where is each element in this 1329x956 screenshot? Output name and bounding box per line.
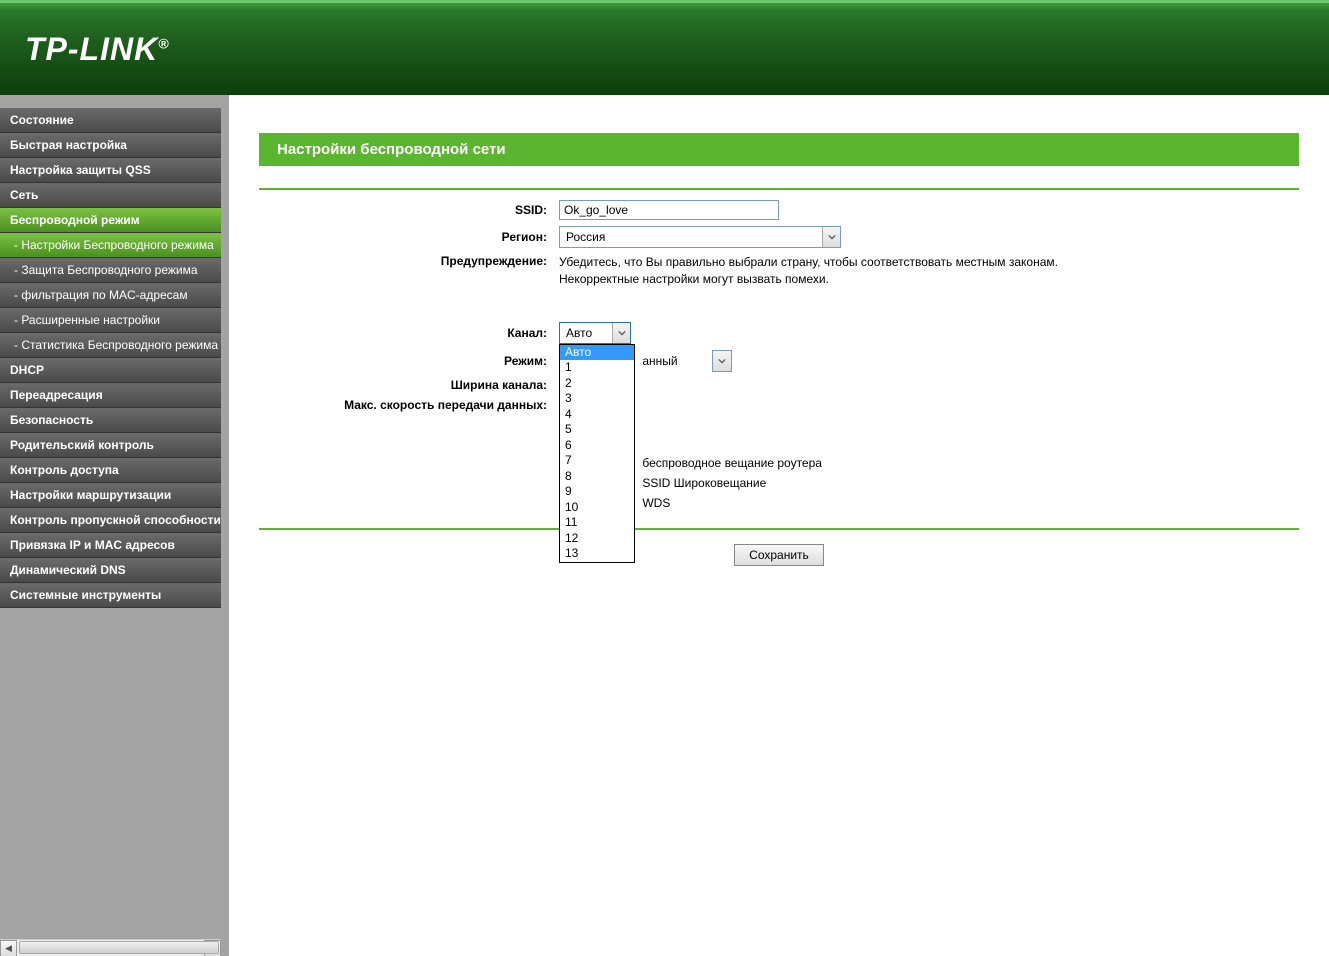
- sidebar-item[interactable]: - Настройки Беспроводного режима: [0, 233, 221, 258]
- channel-option[interactable]: 7: [560, 453, 634, 469]
- sidebar-item[interactable]: Контроль пропускной способности: [0, 508, 221, 533]
- region-select[interactable]: Россия: [559, 226, 841, 248]
- save-button[interactable]: Сохранить: [734, 544, 824, 566]
- sidebar-item[interactable]: Сеть: [0, 183, 221, 208]
- sidebar: СостояниеБыстрая настройкаНастройка защи…: [0, 95, 221, 956]
- mode-label: Режим:: [259, 354, 559, 368]
- chevron-down-icon: [612, 323, 630, 343]
- channel-option[interactable]: 12: [560, 531, 634, 547]
- sidebar-item[interactable]: Беспроводной режим: [0, 208, 221, 233]
- channel-option[interactable]: 11: [560, 515, 634, 531]
- brand-logo: TP-LINK®: [25, 31, 170, 68]
- sidebar-item[interactable]: - Расширенные настройки: [0, 308, 221, 333]
- scroll-thumb[interactable]: [19, 941, 219, 954]
- sidebar-item[interactable]: Динамический DNS: [0, 558, 221, 583]
- sidebar-item[interactable]: - Статистика Беспроводного режима: [0, 333, 221, 358]
- sidebar-item[interactable]: - фильтрация по MAC-адресам: [0, 283, 221, 308]
- sidebar-item[interactable]: DHCP: [0, 358, 221, 383]
- header: TP-LINK®: [0, 0, 1329, 95]
- sidebar-item[interactable]: Системные инструменты: [0, 583, 221, 608]
- channel-option[interactable]: 4: [560, 407, 634, 423]
- warning-text: Убедитесь, что Вы правильно выбрали стра…: [559, 254, 1299, 288]
- sidebar-item[interactable]: Безопасность: [0, 408, 221, 433]
- ssid-input[interactable]: [559, 200, 779, 220]
- channel-option[interactable]: 10: [560, 500, 634, 516]
- channel-option[interactable]: 3: [560, 391, 634, 407]
- sidebar-item[interactable]: Привязка IP и MAC адресов: [0, 533, 221, 558]
- max-speed-label: Макс. скорость передачи данных:: [259, 398, 559, 412]
- sidebar-item[interactable]: - Защита Беспроводного режима: [0, 258, 221, 283]
- sidebar-item[interactable]: Родительский контроль: [0, 433, 221, 458]
- channel-option[interactable]: 9: [560, 484, 634, 500]
- channel-label: Канал:: [259, 326, 559, 340]
- channel-option[interactable]: 8: [560, 469, 634, 485]
- sidebar-item[interactable]: Контроль доступа: [0, 458, 221, 483]
- wds-label: WDS: [642, 496, 670, 510]
- channel-option[interactable]: 1: [560, 360, 634, 376]
- channel-option[interactable]: 6: [560, 438, 634, 454]
- broadcast-label: беспроводное вещание роутера: [642, 456, 822, 470]
- sidebar-item[interactable]: Быстрая настройка: [0, 133, 221, 158]
- channel-option[interactable]: Авто: [560, 345, 634, 361]
- page-title: Настройки беспроводной сети: [259, 133, 1299, 166]
- sidebar-item[interactable]: Состояние: [0, 108, 221, 133]
- mode-select-arrow[interactable]: [712, 350, 732, 372]
- scroll-left-arrow[interactable]: ◀: [0, 940, 17, 956]
- channel-width-label: Ширина канала:: [259, 378, 559, 392]
- ssid-broadcast-label: SSID Широковещание: [642, 476, 766, 490]
- channel-select[interactable]: Авто: [559, 322, 631, 344]
- ssid-label: SSID:: [259, 203, 559, 217]
- region-label: Регион:: [259, 230, 559, 244]
- chevron-down-icon: [822, 227, 840, 247]
- channel-dropdown[interactable]: Авто12345678910111213: [559, 344, 635, 563]
- content-area: Настройки беспроводной сети SSID: Регион…: [229, 95, 1329, 956]
- channel-option[interactable]: 5: [560, 422, 634, 438]
- sidebar-item[interactable]: Настройка защиты QSS: [0, 158, 221, 183]
- warning-label: Предупреждение:: [259, 254, 559, 268]
- channel-option[interactable]: 13: [560, 546, 634, 562]
- horizontal-scrollbar[interactable]: ◀ ▶: [0, 939, 221, 956]
- sidebar-item[interactable]: Настройки маршрутизации: [0, 483, 221, 508]
- sidebar-item[interactable]: Переадресация: [0, 383, 221, 408]
- channel-option[interactable]: 2: [560, 376, 634, 392]
- mode-value-suffix: анный: [642, 354, 677, 368]
- chevron-down-icon: [713, 351, 731, 371]
